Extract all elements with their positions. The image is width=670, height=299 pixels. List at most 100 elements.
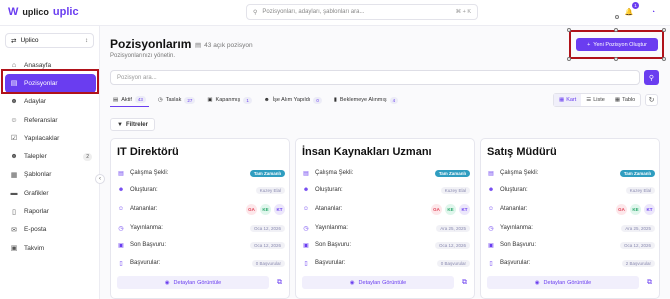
calendar-icon: ▣ bbox=[10, 245, 18, 253]
row-label: Yayınlanma: bbox=[315, 225, 348, 231]
row-label: Çalışma Şekli: bbox=[500, 170, 539, 176]
logo[interactable]: W uplico uplic bbox=[8, 6, 79, 18]
sidebar-item-label: Takvim bbox=[24, 244, 45, 252]
published-row: ◷ Yayınlanma: Oca 12, 2026 bbox=[117, 223, 285, 233]
tab-beklemeye-alinmis[interactable]: ▮ Beklemeye Alınmış 4 bbox=[331, 94, 401, 107]
view-tablo-button[interactable]: ▦ Tablo bbox=[610, 94, 640, 106]
row-label: Oluşturan: bbox=[130, 187, 158, 193]
row-label: Son Başvuru: bbox=[315, 242, 352, 248]
user-icon: ☻ bbox=[10, 98, 18, 106]
tab-taslak[interactable]: ◷ Taslak 27 bbox=[155, 94, 198, 107]
user-check-icon: ☻ bbox=[263, 97, 270, 103]
sidebar-item-takvim[interactable]: ▣ Takvim bbox=[5, 239, 96, 257]
eye-icon: ◉ bbox=[534, 279, 540, 286]
notifications-button[interactable]: 🔔 1 bbox=[622, 2, 639, 19]
avatar[interactable]: GA bbox=[246, 203, 257, 215]
work-type-badge: Tam Zamanlı bbox=[619, 169, 655, 177]
sidebar-item-referanslar[interactable]: ☺ Referanslar bbox=[5, 111, 96, 129]
sidebar-item-talepler[interactable]: ☻ Talepler 2 bbox=[5, 147, 96, 165]
tab-label: İşe Alım Yapıldı bbox=[272, 97, 311, 103]
creator-badge: Kuzey Elal bbox=[440, 186, 470, 194]
sidebar-item-yapilacaklar[interactable]: ☑ Yapılacaklar bbox=[5, 129, 96, 147]
avatar[interactable]: KT bbox=[274, 203, 285, 215]
collapse-sidebar-button[interactable]: ‹ bbox=[95, 174, 105, 184]
copy-button[interactable]: ⧉ bbox=[458, 276, 471, 289]
tab-kapanmis[interactable]: ▣ Kapanmış 1 bbox=[204, 94, 254, 107]
selection-handle bbox=[614, 28, 618, 32]
filters-button[interactable]: ▼ Filtreler bbox=[110, 118, 155, 131]
deadline-date: Oca 12, 2026 bbox=[434, 241, 470, 249]
avatar[interactable]: GA bbox=[616, 203, 627, 215]
avatar[interactable]: KE bbox=[260, 203, 271, 215]
grid-icon: ▦ bbox=[559, 97, 565, 103]
view-switcher: ▦ Kart ☰ Liste ▦ Tablo bbox=[553, 93, 642, 107]
briefcase-icon: ▤ bbox=[118, 170, 124, 177]
workspace-name: Uplico bbox=[20, 37, 39, 44]
creator-badge: Kuzey Elal bbox=[625, 186, 655, 194]
view-liste-button[interactable]: ☰ Liste bbox=[581, 94, 610, 106]
tab-aktif[interactable]: ▤ Aktif 43 bbox=[110, 93, 149, 107]
sidebar-item-adaylar[interactable]: ☻ Adaylar bbox=[5, 93, 96, 111]
new-position-button[interactable]: + Yeni Pozisyon Oluştur bbox=[576, 38, 658, 51]
sidebar-item-label: Grafikler bbox=[24, 189, 49, 197]
clock-icon: ◷ bbox=[488, 225, 494, 232]
view-details-button[interactable]: ◉ Detayları Görüntüle bbox=[487, 276, 639, 289]
users-icon: ☺ bbox=[10, 116, 18, 124]
avatar[interactable]: KT bbox=[644, 203, 655, 215]
checklist-icon: ☑ bbox=[10, 135, 18, 143]
profile-button[interactable]: ◔ bbox=[646, 5, 660, 19]
deadline-row: ▣ Son Başvuru: Oca 12, 2026 bbox=[117, 240, 285, 250]
copy-button[interactable]: ⧉ bbox=[643, 276, 656, 289]
applications-row: ▯ Başvurular: 0 Başvurular bbox=[302, 258, 470, 268]
avatar[interactable]: KE bbox=[445, 203, 456, 215]
assignees-row: ☺ Atananlar: GA KE KT bbox=[302, 203, 470, 215]
avatar[interactable]: GA bbox=[431, 203, 442, 215]
global-search-input[interactable]: ⚲ Pozisyonları, adayları, şablonları ara… bbox=[246, 4, 478, 20]
copy-icon: ⧉ bbox=[277, 278, 282, 286]
document-icon: ▯ bbox=[489, 260, 493, 267]
tab-label: Aktif bbox=[121, 96, 132, 103]
tab-count: 43 bbox=[134, 96, 146, 103]
sidebar-item-raporlar[interactable]: ▯ Raporlar bbox=[5, 202, 96, 220]
work-type-row: ▤ Çalışma Şekli: Tam Zamanlı bbox=[487, 168, 655, 178]
refresh-button[interactable]: ↻ bbox=[645, 94, 658, 106]
tab-label: Kapanmış bbox=[215, 97, 241, 103]
position-card[interactable]: IT Direktörü ▤ Çalışma Şekli: Tam Zamanlı … bbox=[110, 138, 290, 299]
avatar[interactable]: KE bbox=[630, 203, 641, 215]
chevron-updown-icon: ↕ bbox=[85, 37, 88, 44]
row-label: Son Başvuru: bbox=[130, 242, 167, 248]
rotate-handle bbox=[615, 15, 619, 19]
published-date: Ara 25, 2025 bbox=[621, 224, 655, 232]
sidebar-item-sablonlar[interactable]: ▦ Şablonlar bbox=[5, 166, 96, 184]
work-type-row: ▤ Çalışma Şekli: Tam Zamanlı bbox=[117, 168, 285, 178]
selection-handle bbox=[567, 28, 571, 32]
search-button[interactable]: ⚲ bbox=[644, 70, 659, 85]
selection-handle bbox=[662, 57, 666, 61]
home-icon: ⌂ bbox=[11, 61, 17, 69]
search-icon: ⚲ bbox=[253, 9, 258, 16]
tab-label: Beklemeye Alınmış bbox=[339, 97, 387, 103]
deadline-row: ▣ Son Başvuru: Oca 12, 2026 bbox=[302, 240, 470, 250]
row-label: Atananlar: bbox=[500, 206, 528, 212]
view-kart-button[interactable]: ▦ Kart bbox=[554, 94, 582, 106]
talepler-count-badge: 2 bbox=[83, 152, 92, 161]
position-search-placeholder: Pozisyon ara... bbox=[117, 74, 157, 81]
open-count: ▤ 43 açık pozisyon bbox=[195, 41, 253, 50]
row-label: Çalışma Şekli: bbox=[315, 170, 354, 176]
sidebar-item-grafikler[interactable]: ▬ Grafikler bbox=[5, 184, 96, 202]
sidebar-item-label: Adaylar bbox=[24, 98, 47, 106]
position-card[interactable]: Satış Müdürü ▤ Çalışma Şekli: Tam Zamanlı … bbox=[480, 138, 660, 299]
view-details-button[interactable]: ◉ Detayları Görüntüle bbox=[302, 276, 454, 289]
avatar[interactable]: KT bbox=[459, 203, 470, 215]
workspace-selector[interactable]: ⇄ Uplico ↕ bbox=[5, 33, 94, 48]
row-label: Atananlar: bbox=[130, 206, 158, 212]
position-search-input[interactable]: Pozisyon ara... bbox=[110, 70, 640, 85]
position-card[interactable]: İnsan Kaynakları Uzmanı ▤ Çalışma Şekli: T… bbox=[295, 138, 475, 299]
sidebar-item-label: Referanslar bbox=[24, 116, 58, 124]
view-details-button[interactable]: ◉ Detayları Görüntüle bbox=[117, 276, 269, 289]
tab-ise-alim-yapildi[interactable]: ☻ İşe Alım Yapıldı 0 bbox=[261, 94, 325, 107]
chart-icon: ▬ bbox=[10, 189, 18, 197]
copy-button[interactable]: ⧉ bbox=[273, 276, 286, 289]
sidebar-item-eposta[interactable]: ✉ E-posta bbox=[5, 221, 96, 239]
document-icon: ▯ bbox=[304, 260, 308, 267]
